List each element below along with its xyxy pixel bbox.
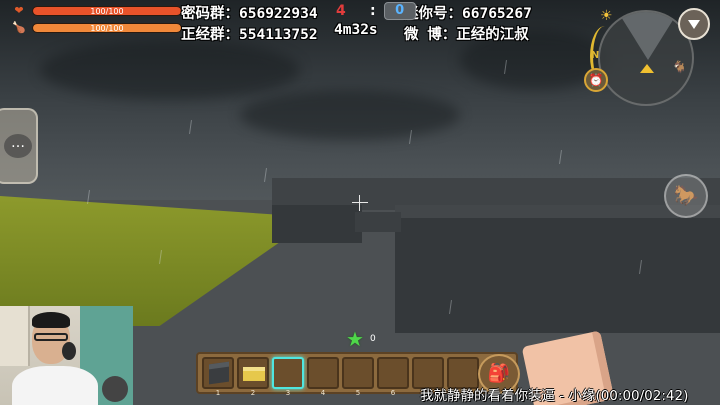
crosshair: [352, 202, 368, 203]
maze-wall: [355, 212, 401, 232]
streamer-glasses: [34, 333, 68, 341]
qq-group-text: 密码群：656922934: [181, 6, 318, 22]
weibo-text: 微 博：正经的江叔: [404, 27, 529, 43]
hotbar-slot-1[interactable]: 1: [202, 357, 234, 397]
hotbar-slot-2[interactable]: 2: [237, 357, 269, 397]
sand-block-icon: [243, 367, 265, 381]
star-count: 0: [369, 334, 376, 344]
scoreboard: 4 : 0: [336, 2, 416, 20]
clock-icon[interactable]: ⏰: [584, 68, 608, 92]
chevron-down-icon: [688, 20, 700, 29]
health-bar: ❤ 100/100: [12, 5, 182, 17]
backpack-icon: 🎒: [487, 363, 511, 384]
pet-icon: 🐐: [672, 60, 687, 74]
match-timer: 4m32s: [334, 22, 378, 38]
slot-number: 5: [355, 389, 361, 397]
cloud: [240, 90, 460, 140]
slot-number: 2: [250, 389, 256, 397]
crosshair: [359, 195, 360, 211]
slot-number: 1: [215, 389, 221, 397]
sun-icon: ☀: [600, 8, 613, 24]
hotbar-slot-5[interactable]: 5: [342, 357, 374, 397]
chat-button[interactable]: …: [0, 108, 38, 184]
streamer-hair: [32, 312, 70, 328]
group-text: 正经群：554113752: [181, 27, 318, 43]
streamer-body: [12, 366, 98, 405]
stone-block-icon: [209, 361, 229, 385]
hotbar-slot-3[interactable]: 3: [272, 357, 304, 397]
hunger-label: 100/100: [90, 24, 124, 33]
mini-id-text: 迷你号：66765267: [404, 6, 532, 22]
blue-team-score: 0: [383, 2, 416, 20]
music-caption: 我就静静的看着你装逼 - 小缘(00:00/02:42): [420, 388, 689, 404]
view-cone: [618, 12, 678, 60]
menu-dropdown-button[interactable]: [678, 8, 710, 40]
hotbar-slot-6[interactable]: 6: [377, 357, 409, 397]
chat-bubble-icon: …: [4, 134, 32, 158]
maze-wall: [272, 205, 362, 243]
player-marker-icon: [640, 64, 654, 73]
maze-wall: [395, 218, 720, 333]
red-team-score: 4: [336, 3, 346, 19]
webcam-background: [0, 306, 30, 366]
health-label: 100/100: [90, 7, 124, 16]
score-separator: :: [370, 3, 376, 19]
star-counter: ★ 0: [346, 327, 376, 351]
headset-mic: [62, 342, 76, 360]
webcam-object: [102, 376, 128, 402]
slot-number: 6: [390, 389, 396, 397]
horse-icon: 🐎: [673, 183, 699, 207]
mount-button[interactable]: 🐎: [664, 174, 708, 218]
hotbar-slot-4[interactable]: 4: [307, 357, 339, 397]
streamer-webcam: [0, 306, 133, 405]
drumstick-icon: 🍗: [12, 21, 26, 34]
slot-number: 3: [285, 389, 291, 397]
cloud: [40, 40, 300, 100]
slot-number: 4: [320, 389, 326, 397]
star-icon: ★: [346, 327, 364, 351]
heart-icon: ❤: [14, 4, 24, 17]
hunger-bar: 🍗 100/100: [12, 22, 182, 34]
